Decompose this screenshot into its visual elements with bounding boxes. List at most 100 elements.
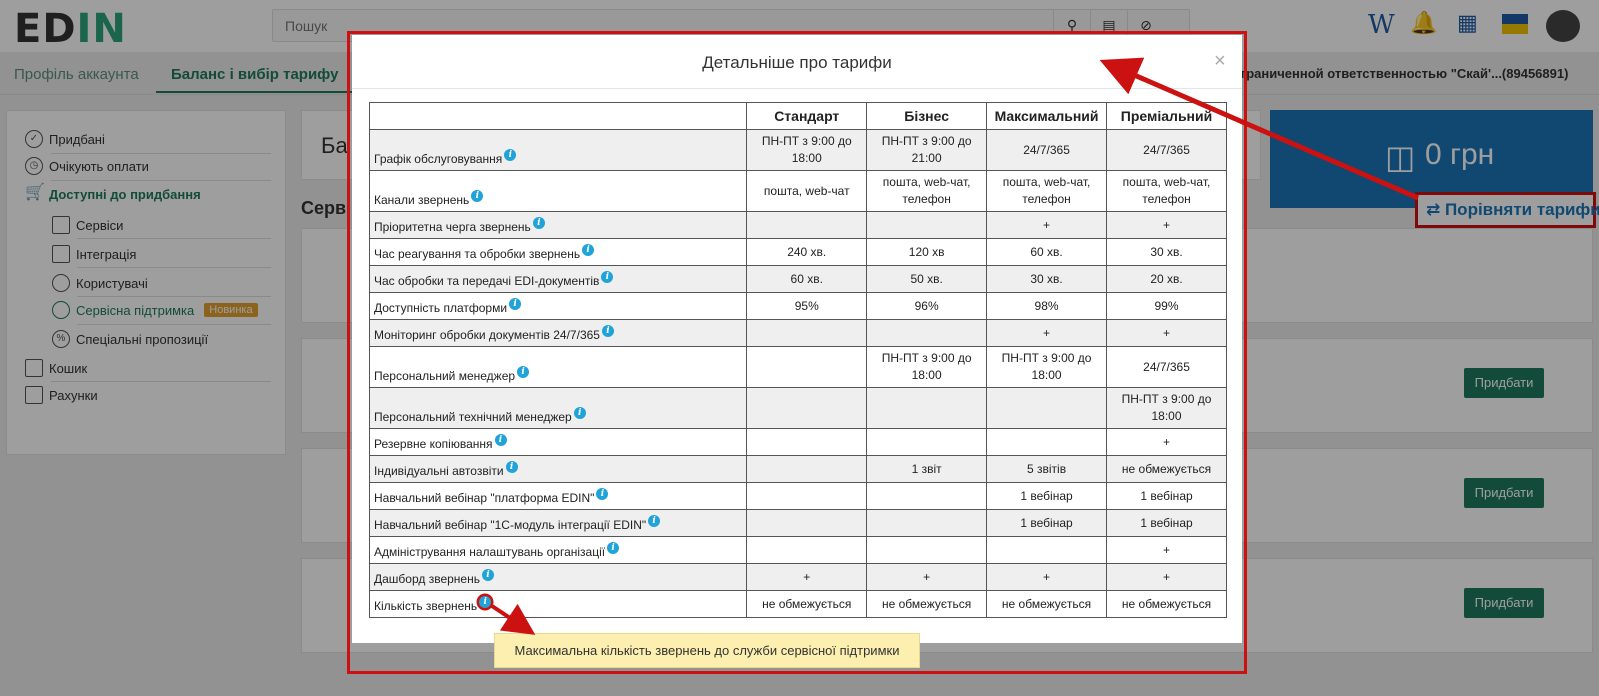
table-cell: 5 звітів [986,455,1108,483]
row-label: Канали звернень [374,193,470,207]
row-label-cell: Канали звернень i [368,170,748,212]
table-cell: ПН-ПТ з 9:00 до 18:00 [746,129,868,171]
row-label: Час реагування та обробки звернень [374,247,581,261]
table-cell: 120 хв [866,238,988,266]
row-label: Індивідуальні автозвіти [374,464,504,478]
table-cell: + [1106,563,1227,591]
tariff-comparison-table: Стандарт Бізнес Максимальний Преміальний… [368,102,1227,618]
tariff-details-modal: Детальніше про тарифи × Стандарт Бізнес … [352,35,1242,643]
table-cell [746,319,868,347]
table-row: Моніторинг обробки документів 24/7/365 i +… [368,319,1227,347]
row-label: Персональний менеджер [374,369,516,383]
table-row: Кількість звернень i не обмежується не обме… [368,590,1227,618]
table-cell: не обмежується [866,590,988,618]
info-icon[interactable]: i [532,217,545,229]
table-row: Канали звернень i пошта, web-чат пошта, web… [368,170,1227,212]
table-cell: 50 хв. [866,265,988,293]
info-icon[interactable]: i [582,244,595,256]
column-header: Преміальний [1106,102,1227,130]
info-icon[interactable]: i [601,271,614,283]
table-cell: пошта, web-чат, телефон [986,170,1108,212]
table-row: Резервне копіювання i + [368,428,1227,456]
table-cell: ПН-ПТ з 9:00 до 21:00 [866,129,988,171]
table-cell: пошта, web-чат, телефон [866,170,988,212]
table-cell: 24/7/365 [1106,129,1227,171]
close-icon[interactable]: × [1214,50,1226,73]
info-icon[interactable]: i [517,366,530,378]
table-cell [866,482,988,510]
table-cell [746,387,868,429]
table-cell: ПН-ПТ з 9:00 до 18:00 [866,346,988,388]
table-cell: 240 хв. [746,238,868,266]
info-icon[interactable]: i [505,461,518,473]
row-label: Персональний технічний менеджер [374,410,572,424]
table-row: Навчальний вебінар "1С-модуль інтеграції… [368,509,1227,537]
table-cell: не обмежується [1106,590,1227,618]
table-row: Дашборд звернень i + + + + [368,563,1227,591]
table-cell: 24/7/365 [1106,346,1227,388]
table-cell [746,536,868,564]
table-header-row: Стандарт Бізнес Максимальний Преміальний [368,102,1227,130]
table-cell [746,346,868,388]
column-header: Максимальний [986,102,1108,130]
row-label: Кількість звернень [374,599,478,613]
table-cell: 30 хв. [1106,238,1227,266]
table-cell: 96% [866,292,988,320]
table-cell: 24/7/365 [986,129,1108,171]
table-row: Індивідуальні автозвіти i 1 звіт 5 звітів не… [368,455,1227,483]
info-icon[interactable]: i [479,596,492,608]
info-icon[interactable]: i [596,488,609,500]
row-label-cell: Резервне копіювання i [368,428,748,456]
table-cell: + [866,563,988,591]
info-icon[interactable]: i [471,190,484,202]
table-header-empty [368,102,748,130]
table-cell: не обмежується [986,590,1108,618]
table-row: Пріоритетна черга звернень i + + [368,211,1227,239]
row-label-cell: Графік обслуговування i [368,129,748,171]
table-cell: 98% [986,292,1108,320]
table-row: Навчальний вебінар "платформа EDIN" i 1 ве… [368,482,1227,510]
table-cell: + [986,211,1108,239]
table-cell [866,536,988,564]
info-icon[interactable]: i [481,569,494,581]
row-label-cell: Адміністрування налаштувань організації i [368,536,748,564]
table-cell: + [1106,428,1227,456]
row-label-cell: Персональний технічний менеджер i [368,387,748,429]
table-cell: 1 звіт [866,455,988,483]
info-icon[interactable]: i [607,542,620,554]
table-cell: пошта, web-чат [746,170,868,212]
table-cell: не обмежується [746,590,868,618]
table-cell [986,428,1108,456]
table-cell: ПН-ПТ з 9:00 до 18:00 [986,346,1108,388]
row-label-cell: Індивідуальні автозвіти i [368,455,748,483]
row-label: Моніторинг обробки документів 24/7/365 [374,328,600,342]
table-cell: 20 хв. [1106,265,1227,293]
table-cell: 1 вебінар [1106,509,1227,537]
table-row: Адміністрування налаштувань організації i… [368,536,1227,564]
row-label-cell: Доступність платформи i [368,292,748,320]
table-cell [986,536,1108,564]
info-icon[interactable]: i [648,515,661,527]
table-cell: + [1106,319,1227,347]
table-cell: 1 вебінар [986,482,1108,510]
row-label: Адміністрування налаштувань організації [374,545,606,559]
table-cell [746,509,868,537]
table-cell: + [986,563,1108,591]
table-cell: 30 хв. [986,265,1108,293]
table-cell [866,428,988,456]
row-label-cell: Навчальний вебінар "1С-модуль інтеграції… [368,509,748,537]
row-label: Доступність платформи [374,301,508,315]
info-icon[interactable]: i [504,149,517,161]
table-cell [866,509,988,537]
row-label-cell: Час реагування та обробки звернень i [368,238,748,266]
row-label: Пріоритетна черга звернень [374,220,531,234]
row-label: Графік обслуговування [374,152,503,166]
info-icon[interactable]: i [573,407,586,419]
table-cell [866,319,988,347]
info-icon[interactable]: i [509,298,522,310]
info-icon[interactable]: i [494,434,507,446]
table-cell: пошта, web-чат, телефон [1106,170,1227,212]
info-icon[interactable]: i [601,325,614,337]
table-cell [746,455,868,483]
row-label-cell: Моніторинг обробки документів 24/7/365 i [368,319,748,347]
